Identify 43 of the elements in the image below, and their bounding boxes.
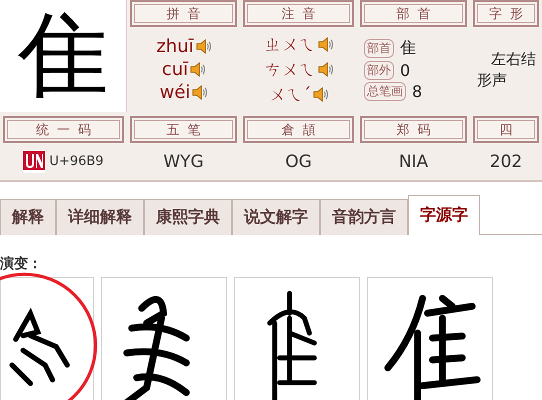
zhuyin-text: ㄘㄨㄟ (264, 59, 316, 81)
code-value: OG (285, 152, 312, 172)
column-header: 字形 (473, 0, 539, 27)
speaker-icon[interactable] (192, 85, 208, 100)
speaker-icon[interactable] (190, 62, 206, 77)
label-tag: 部首 (364, 39, 394, 58)
code-value: U+96B9 (49, 154, 104, 169)
pinyin-text: cuī (162, 59, 188, 80)
column-header: 郑码 (360, 116, 467, 143)
column-header: 四 (473, 116, 539, 143)
value-text: 隹 (400, 38, 416, 59)
value-text: 0 (400, 61, 410, 80)
pinyin-text: zhuī (156, 36, 194, 57)
label-tag: 总笔画 (364, 82, 406, 101)
value-text: 8 (412, 82, 422, 101)
tab[interactable]: 音韵方言 (320, 199, 408, 235)
structure-text: 左右结 (490, 50, 536, 68)
speaker-icon[interactable] (318, 37, 332, 52)
column-header: 统一码 (3, 116, 124, 143)
column-header: 注音 (243, 0, 354, 27)
zhuyin-text: ㄓㄨㄟ (264, 34, 316, 56)
column-header: 五笔 (130, 116, 237, 143)
column-header: 部首 (360, 0, 467, 27)
label-tag: 部外 (364, 61, 394, 80)
tab[interactable]: 康熙字典 (144, 199, 232, 235)
tab[interactable]: 解释 (0, 199, 56, 235)
tab[interactable]: 字源字 (408, 195, 480, 235)
tab[interactable]: 说文解字 (232, 199, 320, 235)
large-character: 隹 (17, 10, 109, 102)
section-label: 演变： (0, 255, 43, 273)
speaker-icon[interactable] (196, 39, 211, 54)
speaker-icon[interactable] (318, 62, 332, 77)
zhuyin-text: ㄨㄟˊ (268, 84, 312, 106)
structure-text: 形声 (477, 70, 507, 90)
speaker-icon[interactable] (313, 87, 328, 102)
code-value: 202 (490, 152, 522, 172)
tab[interactable]: 详细解释 (56, 199, 144, 235)
code-value: WYG (163, 152, 204, 172)
column-header: 倉頡 (243, 116, 354, 143)
column-header: 拼音 (130, 0, 237, 27)
unicode-logo-icon (23, 150, 46, 172)
code-value: NIA (398, 152, 428, 172)
pinyin-text: wéi (160, 82, 190, 103)
